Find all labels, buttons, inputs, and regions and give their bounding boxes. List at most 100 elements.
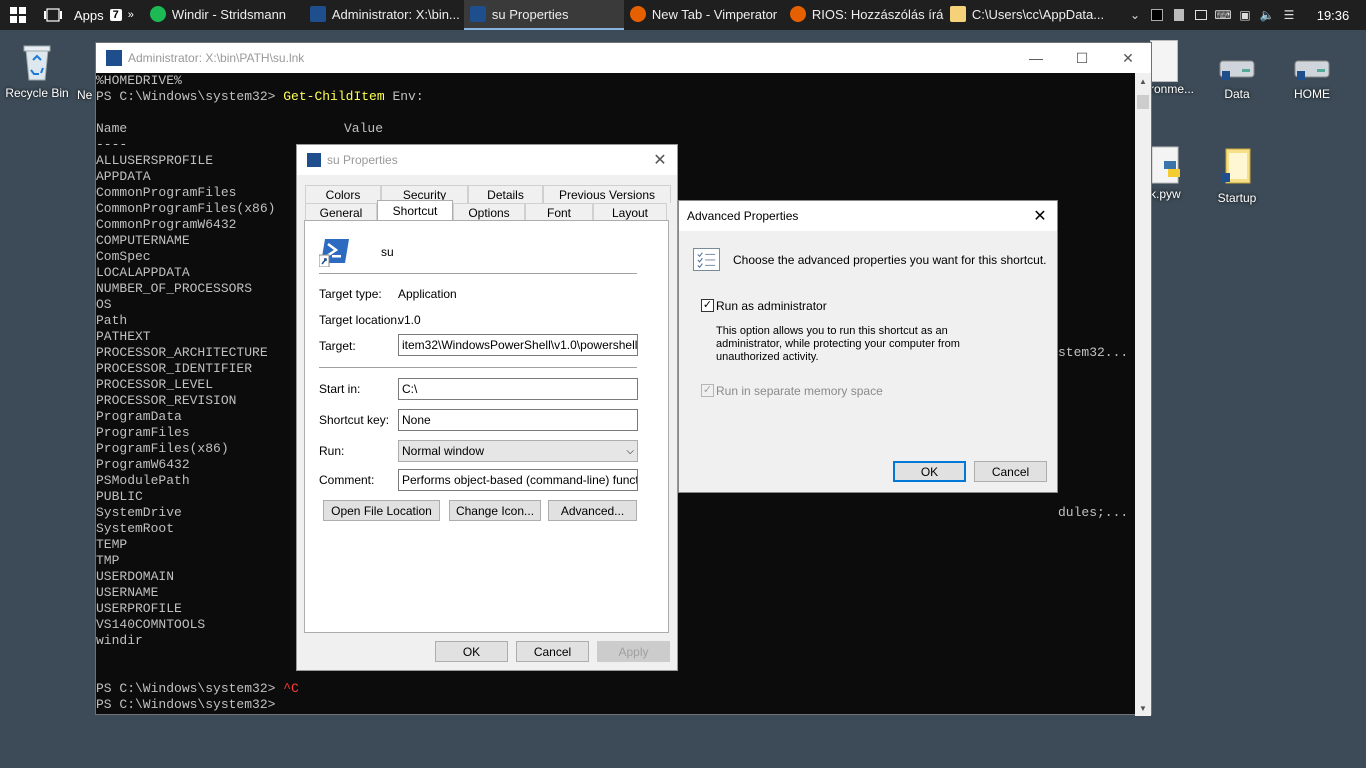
- divider: [319, 367, 637, 368]
- console-tray-icon[interactable]: [1146, 0, 1168, 30]
- chevron-down-icon: ⌵: [626, 445, 634, 457]
- adv-title-bar[interactable]: Advanced Properties: [679, 201, 1057, 231]
- console-line: %HOMEDRIVE%: [96, 73, 182, 88]
- clock[interactable]: 19:36: [1300, 8, 1366, 23]
- separate-memory-checkbox[interactable]: ✓: [701, 384, 714, 397]
- divider: [319, 273, 637, 274]
- network-icon[interactable]: ▣: [1234, 0, 1256, 30]
- tab-options[interactable]: Options: [453, 203, 525, 221]
- tab-shortcut[interactable]: Shortcut: [377, 200, 453, 221]
- target-input[interactable]: item32\WindowsPowerShell\v1.0\powershell…: [398, 334, 638, 356]
- drive-icon: [1216, 55, 1258, 83]
- firefox-icon: [629, 6, 646, 22]
- apps-more-icon[interactable]: »: [128, 9, 134, 21]
- start-in-input[interactable]: C:\: [398, 378, 638, 400]
- scroll-down-icon[interactable]: ▼: [1135, 700, 1151, 716]
- separate-memory-label: Run in separate memory space: [716, 384, 883, 398]
- adv-intro-text: Choose the advanced properties you want …: [733, 253, 1047, 267]
- desktop-icon-recycle-bin[interactable]: Recycle Bin: [0, 40, 74, 100]
- run-as-admin-checkbox[interactable]: ✓: [701, 299, 714, 312]
- scroll-up-icon[interactable]: ▲: [1135, 73, 1151, 89]
- shortcut-key-input[interactable]: None: [398, 409, 638, 431]
- apps-toolbar[interactable]: Apps 7 »: [70, 0, 138, 30]
- task-view-button[interactable]: [36, 0, 70, 30]
- props-title-bar[interactable]: su Properties: [297, 145, 677, 175]
- windows-logo-icon: [10, 7, 26, 23]
- chevron-down-icon[interactable]: ⌄: [1124, 0, 1146, 30]
- desktop-icon-environment[interactable]: ronme...: [1150, 40, 1202, 96]
- console-scrollbar[interactable]: ▲ ▼: [1135, 73, 1151, 716]
- powershell-icon: [318, 235, 351, 268]
- taskbar-item-su-properties[interactable]: su Properties: [463, 0, 624, 30]
- taskbar-item-label: su Properties: [491, 6, 569, 22]
- desktop-icon-label: ronme...: [1150, 82, 1195, 96]
- taskbar-item-spotify[interactable]: Windir - Stridsmann: [144, 0, 304, 30]
- volume-icon[interactable]: 🔈: [1256, 0, 1278, 30]
- adv-ok-button[interactable]: OK: [893, 461, 966, 482]
- taskbar-item-vimperator[interactable]: New Tab - Vimperator: [624, 0, 784, 30]
- tab-previous-versions[interactable]: Previous Versions: [543, 185, 671, 203]
- recycle-bin-icon: [16, 40, 58, 82]
- desc-line: administrator, while protecting your com…: [716, 338, 960, 350]
- props-cancel-button[interactable]: Cancel: [516, 641, 589, 662]
- desktop-icon-startup[interactable]: Startup: [1200, 145, 1274, 205]
- console-window-controls: — ☐ ✕: [1013, 43, 1151, 73]
- app-tray-icon[interactable]: [1168, 0, 1190, 30]
- taskbar-item-rios[interactable]: RIOS: Hozzászólás írá...: [784, 0, 944, 30]
- console-prompt: PS C:\Windows\system32>: [96, 89, 284, 104]
- run-as-admin-label[interactable]: Run as administrator: [716, 299, 827, 313]
- desktop-icon-partial[interactable]: Ne: [77, 88, 97, 102]
- scroll-thumb[interactable]: [1137, 95, 1149, 109]
- change-icon-button[interactable]: Change Icon...: [449, 500, 541, 521]
- env-value-path-tail: stem32...: [1058, 345, 1129, 360]
- tab-font[interactable]: Font: [525, 203, 593, 221]
- desktop-icon-python-script[interactable]: k.pyw: [1150, 145, 1202, 201]
- console-prompt: PS C:\Windows\system32>: [96, 681, 284, 696]
- open-file-location-button[interactable]: Open File Location: [323, 500, 440, 521]
- tab-layout[interactable]: Layout: [593, 203, 667, 221]
- shortcut-tab-panel: su Target type: Application Target locat…: [304, 220, 669, 633]
- taskbar-item-label: RIOS: Hozzászólás írá...: [811, 6, 944, 22]
- desktop-icon-label: Recycle Bin: [5, 86, 69, 100]
- minimize-button[interactable]: —: [1013, 43, 1059, 73]
- close-button[interactable]: ✕: [1105, 43, 1151, 73]
- props-ok-button[interactable]: OK: [435, 641, 508, 662]
- powershell-icon: [106, 50, 122, 66]
- drive-icon: [1291, 55, 1333, 83]
- advanced-button[interactable]: Advanced...: [548, 500, 637, 521]
- props-close-button[interactable]: ✕: [643, 145, 677, 175]
- adv-close-button[interactable]: ✕: [1023, 201, 1057, 231]
- folder-icon: [949, 6, 966, 22]
- taskbar-item-console[interactable]: Administrator: X:\bin...: [304, 0, 464, 30]
- notification-icon[interactable]: ☰: [1278, 0, 1300, 30]
- props-apply-button[interactable]: Apply: [597, 641, 670, 662]
- firefox-icon: [789, 6, 806, 22]
- adv-cancel-button[interactable]: Cancel: [974, 461, 1047, 482]
- document-icon: [1150, 40, 1178, 82]
- desktop-icon-home[interactable]: HOME: [1275, 55, 1349, 101]
- desktop-icon-label: Startup: [1217, 191, 1257, 205]
- desc-line: This option allows you to run this short…: [716, 325, 948, 337]
- start-button[interactable]: [0, 0, 36, 30]
- comment-label: Comment:: [319, 473, 375, 487]
- tab-colors[interactable]: Colors: [305, 185, 381, 203]
- advanced-properties-dialog[interactable]: Advanced Properties ✕ Choose the advance…: [678, 200, 1058, 493]
- comment-input[interactable]: Performs object-based (command-line) fun…: [398, 469, 638, 491]
- run-select[interactable]: Normal window ⌵: [398, 440, 638, 462]
- checklist-icon: [693, 248, 720, 271]
- tab-general[interactable]: General: [305, 203, 377, 221]
- desc-line: unauthorized activity.: [716, 351, 819, 363]
- console-line: Name Value: [96, 121, 1137, 137]
- tab-details[interactable]: Details: [468, 185, 543, 203]
- taskbar-item-explorer[interactable]: C:\Users\cc\AppData...: [944, 0, 1104, 30]
- console-title-bar[interactable]: Administrator: X:\bin\PATH\su.lnk: [96, 43, 1151, 73]
- powershell-icon: [469, 6, 486, 22]
- su-properties-dialog[interactable]: su Properties ✕ Colors Security Details …: [296, 144, 678, 671]
- keyboard-icon[interactable]: ⌨: [1212, 0, 1234, 30]
- window-tray-icon[interactable]: [1190, 0, 1212, 30]
- maximize-button[interactable]: ☐: [1059, 43, 1105, 73]
- desktop-icon-label: HOME: [1294, 87, 1330, 101]
- desktop-icon-data[interactable]: Data: [1200, 55, 1274, 101]
- console-command-arg: Env:: [384, 89, 424, 104]
